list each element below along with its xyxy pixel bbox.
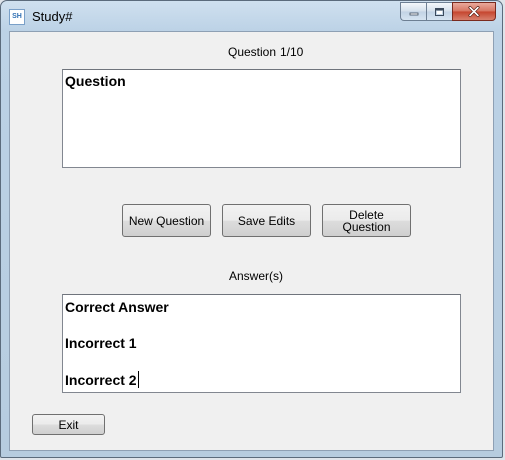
title-bar[interactable]: SH Study# (1, 1, 502, 33)
exit-button[interactable]: Exit (32, 414, 105, 435)
answers-textbox[interactable]: Correct Answer Incorrect 1 Incorrect 2 (62, 294, 461, 393)
delete-question-button[interactable]: Delete Question (322, 204, 411, 237)
maximize-icon (435, 7, 444, 16)
question-text: Question (65, 73, 126, 89)
answer-line: Correct Answer (65, 299, 169, 315)
answers-label: Answer(s) (229, 269, 284, 283)
save-edits-button[interactable]: Save Edits (222, 204, 311, 237)
new-question-button[interactable]: New Question (122, 204, 211, 237)
caption-buttons (400, 2, 496, 21)
answer-line: Incorrect 2 (65, 372, 137, 388)
answer-line: Incorrect 1 (65, 335, 137, 351)
close-button[interactable] (452, 2, 496, 21)
save-edits-label: Save Edits (237, 213, 296, 228)
delete-label-line2: Question (342, 219, 391, 234)
window-title: Study# (32, 9, 73, 24)
close-icon (468, 6, 480, 17)
app-icon: SH (9, 9, 25, 25)
answer-line-with-caret: Incorrect 2 (65, 371, 458, 388)
text-caret (137, 371, 139, 388)
minimize-button[interactable] (400, 2, 426, 21)
question-header-label: Question (228, 45, 277, 59)
question-textbox[interactable]: Question (62, 69, 461, 168)
maximize-button[interactable] (426, 2, 452, 21)
study-window: SH Study# Question 1/10 Question New Que… (0, 0, 503, 458)
form-client-area: Question 1/10 Question New Question Save… (9, 31, 494, 451)
new-question-label: New Question (128, 213, 205, 228)
delete-label-line1: Delete (349, 207, 384, 222)
question-counter: 1/10 (280, 45, 304, 59)
minimize-icon (409, 12, 418, 15)
exit-label: Exit (58, 417, 79, 432)
